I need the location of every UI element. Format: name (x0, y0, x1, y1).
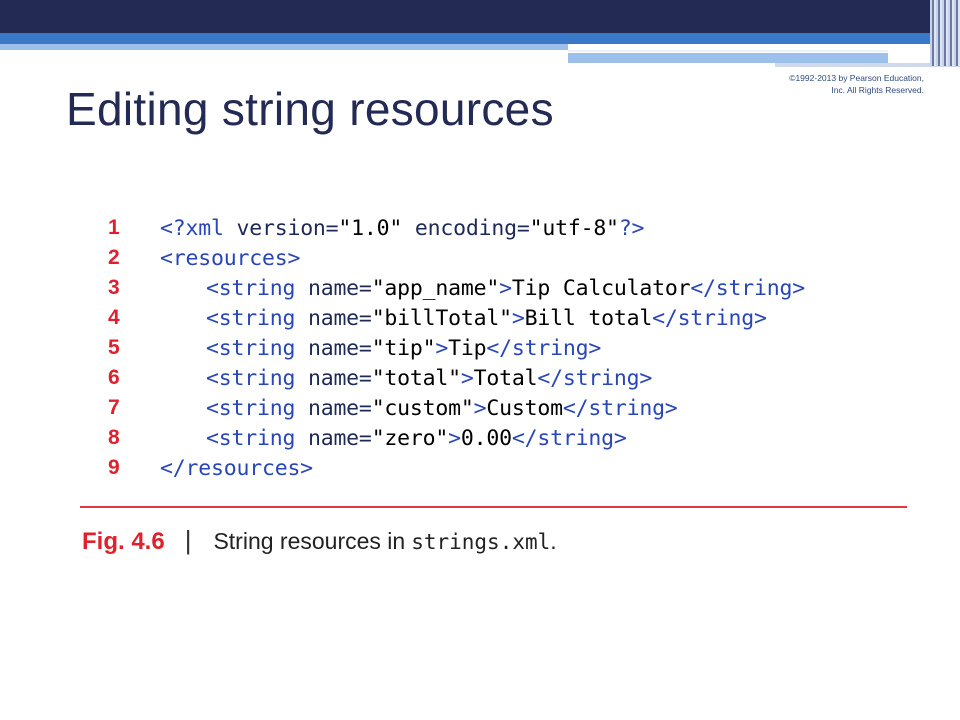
code-token: > (499, 275, 512, 301)
header-light-bar (0, 44, 568, 50)
code-token: Tip Calculator (511, 275, 691, 301)
code-token: "total" (371, 365, 461, 391)
code-token: Bill total (524, 305, 653, 331)
code-token: > (473, 395, 487, 421)
header-light-bar-right (568, 53, 888, 63)
code-token: ?> (618, 215, 645, 241)
code-listing: 1 <?xml version= "1.0" encoding= "utf-8" ?> 2… (108, 213, 805, 483)
code-token: name= (307, 305, 372, 331)
code-token: > (448, 425, 461, 451)
code-token: <string (206, 275, 308, 301)
code-token: Tip (448, 335, 487, 361)
line-number: 7 (108, 396, 120, 419)
code-line: 2 <resources> (108, 243, 805, 273)
figure-caption-text: String resources in (213, 528, 406, 554)
code-line: 6 <string name= "total" > Total </string> (108, 363, 805, 393)
code-token: > (435, 335, 449, 361)
code-token: encoding= (414, 215, 530, 241)
code-token: <string (206, 335, 308, 361)
code-token: name= (307, 275, 372, 301)
code-line: 1 <?xml version= "1.0" encoding= "utf-8" ?> (108, 213, 805, 243)
code-token: Total (473, 365, 538, 391)
code-token: <string (206, 425, 308, 451)
code-token: 0.00 (460, 425, 512, 451)
code-token: </string> (486, 335, 602, 361)
code-line: 7 <string name= "custom" > Custom </string> (108, 393, 805, 423)
code-token: <resources> (160, 245, 301, 271)
code-line: 8 <string name= "zero" >0.00 </string> (108, 423, 805, 453)
figure-caption-period: . (550, 528, 557, 554)
header-blue-bar (0, 33, 960, 44)
line-number: 2 (108, 246, 120, 269)
figure-caption: Fig. 4.6 | String resources in strings.x… (82, 525, 557, 556)
code-token: version= (236, 215, 339, 241)
header-navy-bar (0, 0, 960, 33)
line-number: 6 (108, 366, 120, 389)
figure-caption-filename: strings.xml (411, 530, 551, 554)
slide-title: Editing string resources (66, 83, 554, 135)
code-token: <?xml (160, 215, 237, 241)
code-token: > (460, 365, 474, 391)
code-line: 4 <string name= "billTotal" > Bill total </st… (108, 303, 805, 333)
code-token: name= (307, 425, 372, 451)
code-line: 3 <string name= "app_name" > Tip Calculator <… (108, 273, 805, 303)
line-number: 1 (108, 216, 120, 239)
code-token: <string (206, 305, 308, 331)
code-token: name= (307, 365, 372, 391)
code-token: </string> (690, 275, 806, 301)
figure-rule (80, 506, 907, 508)
code-token: name= (307, 335, 372, 361)
code-line: 5 <string name= "tip" > Tip </string> (108, 333, 805, 363)
code-token: "1.0" (338, 215, 415, 241)
code-token: </string> (537, 365, 653, 391)
code-token: Custom (486, 395, 563, 421)
code-token: "zero" (371, 425, 449, 451)
code-token: </string> (562, 395, 678, 421)
code-token: <string (206, 395, 308, 421)
header-stripes (930, 0, 960, 66)
code-token: <string (206, 365, 308, 391)
line-number: 3 (108, 276, 120, 299)
copyright-notice: ©1992-2013 by Pearson Education, Inc. Al… (789, 73, 924, 95)
header-divider-line (568, 50, 888, 52)
code-token: </string> (652, 305, 767, 331)
code-line: 9 </resources> (108, 453, 805, 483)
code-token: </resources> (160, 455, 313, 481)
code-token: name= (307, 395, 372, 421)
code-token: "billTotal" (371, 305, 512, 331)
code-token: "custom" (371, 395, 474, 421)
line-number: 4 (108, 306, 120, 329)
line-number: 8 (108, 426, 120, 449)
code-token: "tip" (371, 335, 436, 361)
figure-separator: | (184, 525, 192, 555)
code-token: </string> (511, 425, 627, 451)
code-token: "app_name" (371, 275, 500, 301)
line-number: 9 (108, 456, 120, 479)
line-number: 5 (108, 336, 120, 359)
figure-label: Fig. 4.6 (82, 528, 165, 555)
code-token: > (511, 305, 525, 331)
code-token: "utf-8" (529, 215, 619, 241)
